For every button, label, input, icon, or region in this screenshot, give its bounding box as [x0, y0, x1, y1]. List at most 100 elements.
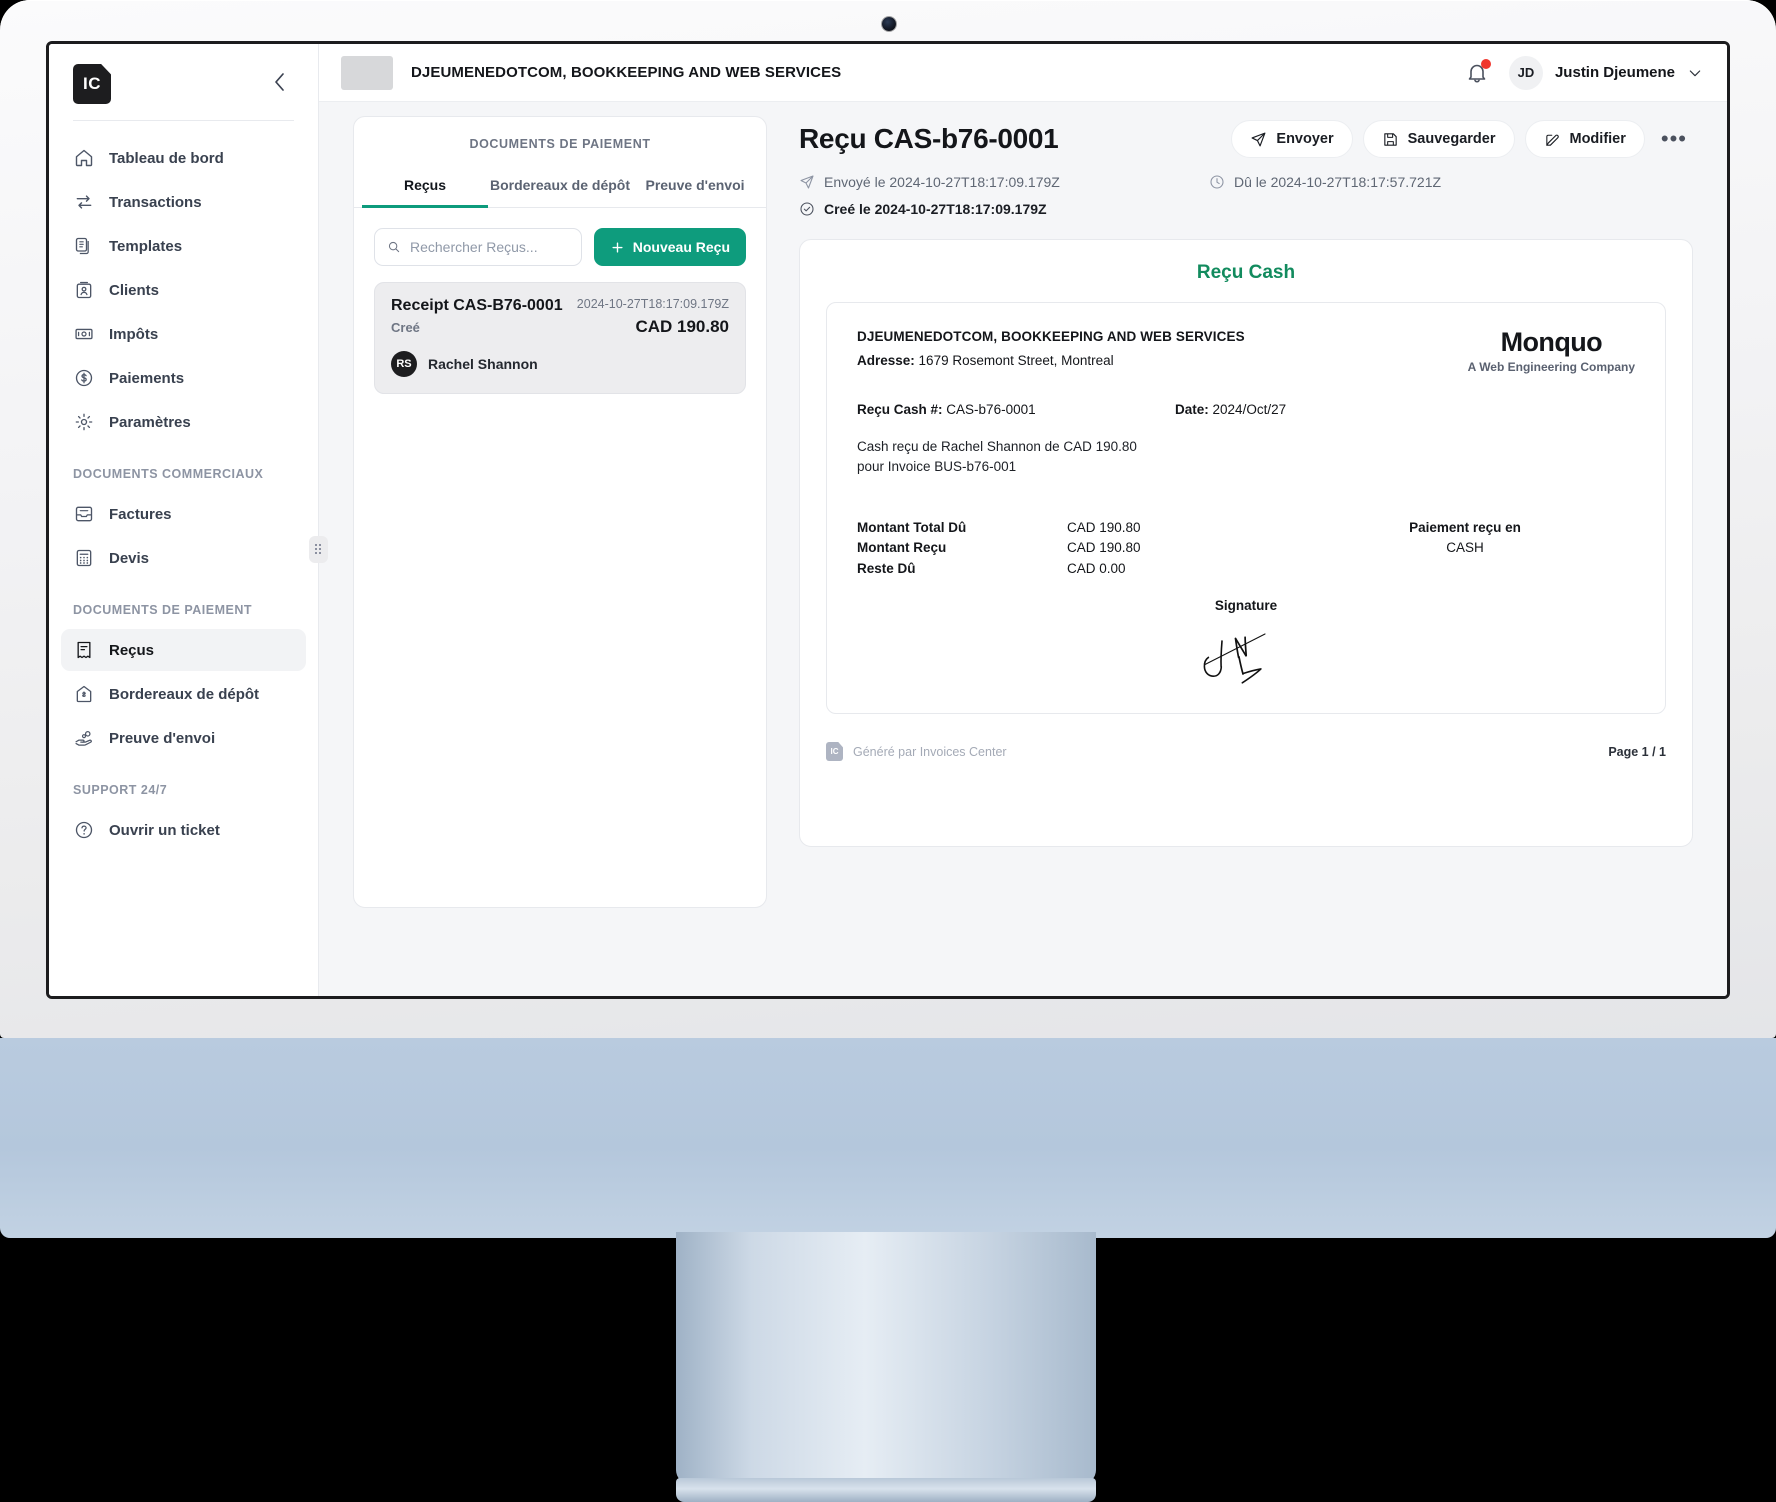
- payment-method: Paiement reçu en CASH: [1335, 518, 1595, 581]
- totals-values: CAD 190.80 CAD 190.80 CAD 0.00: [1067, 518, 1335, 581]
- sidebar-item-clients[interactable]: Clients: [61, 269, 306, 311]
- user-name: Justin Djeumene: [1554, 64, 1675, 81]
- banknote-icon: [73, 323, 95, 345]
- send-icon: [1251, 132, 1266, 146]
- send-button[interactable]: Envoyer: [1231, 120, 1353, 158]
- list-item[interactable]: Receipt CAS-B76-0001 2024-10-27T18:17:09…: [374, 282, 746, 394]
- list-item-amount: CAD 190.80: [635, 317, 729, 336]
- sidebar-item-parametres[interactable]: Paramètres: [61, 401, 306, 443]
- sidebar-item-bordereaux-de-depot[interactable]: Bordereaux de dépôt: [61, 673, 306, 715]
- document-type-tabs: Reçus Bordereaux de dépôt Preuve d'envoi: [354, 167, 766, 208]
- sidebar-item-preuve-denvoi[interactable]: Preuve d'envoi: [61, 717, 306, 759]
- edit-label: Modifier: [1569, 131, 1626, 147]
- sidebar-item-ouvrir-un-ticket[interactable]: Ouvrir un ticket: [61, 809, 306, 851]
- org-logo-placeholder: [341, 55, 393, 90]
- deposit-icon: [73, 683, 95, 705]
- user-menu[interactable]: JD Justin Djeumene: [1508, 55, 1703, 90]
- transfer-icon: [73, 191, 95, 213]
- payment-method-value: CASH: [1446, 540, 1484, 556]
- sidebar-item-label: Templates: [109, 237, 183, 255]
- page-indicator: Page 1 / 1: [1608, 744, 1666, 759]
- sidebar-section-payment: DOCUMENTS DE PAIEMENT: [73, 603, 253, 617]
- receipt-number-label: Reçu Cash #:: [857, 402, 943, 417]
- search-input[interactable]: [409, 239, 569, 255]
- total-due-value: CAD 190.80: [1067, 519, 1141, 535]
- totals-labels: Montant Total Dû Montant Reçu Reste Dû: [857, 518, 1067, 581]
- sidebar-item-label: Transactions: [109, 193, 202, 211]
- sidebar-item-recus[interactable]: Reçus: [61, 629, 306, 671]
- edit-icon: [1545, 134, 1559, 146]
- new-receipt-button[interactable]: Nouveau Reçu: [593, 228, 746, 266]
- address-value: 1679 Rosemont Street, Montreal: [918, 353, 1114, 368]
- dollar-circle-icon: [73, 367, 95, 389]
- receipt-id-row: Reçu Cash #: CAS-b76-0001 Date: 2024/Oct…: [857, 402, 1635, 417]
- sidebar-item-impots[interactable]: Impôts: [61, 313, 306, 355]
- sidebar-commercial-nav: Factures Devis: [49, 487, 318, 585]
- business-address: Adresse: 1679 Rosemont Street, Montreal: [857, 353, 1245, 368]
- sidebar-item-label: Paramètres: [109, 413, 191, 431]
- detail-actions: Envoyer Sauvegarder Modifier •••: [1231, 120, 1693, 158]
- chevron-left-icon: [275, 72, 284, 91]
- tab-bordereaux-de-depot[interactable]: Bordereaux de dépôt: [488, 167, 632, 208]
- client-name: Rachel Shannon: [428, 356, 538, 372]
- search-row: Nouveau Reçu: [354, 208, 766, 278]
- receipt-totals: Montant Total Dû Montant Reçu Reste Dû C…: [857, 518, 1635, 581]
- sidebar-item-devis[interactable]: Devis: [61, 537, 306, 579]
- question-circle-icon: [73, 819, 95, 841]
- receipt-document: Reçu Cash DJEUMENEDOTCOM, BOOKKEEPING AN…: [799, 239, 1693, 847]
- notifications-button[interactable]: [1465, 58, 1491, 85]
- list-item-name: Receipt CAS-B76-0001: [391, 297, 563, 314]
- list-item-date: 2024-10-27T18:17:09.179Z: [576, 297, 729, 311]
- sidebar-item-paiements[interactable]: Paiements: [61, 357, 306, 399]
- page-title: Reçu CAS-b76-0001: [799, 123, 1059, 154]
- sidebar-item-label: Preuve d'envoi: [109, 729, 216, 747]
- org-name: DJEUMENEDOTCOM, BOOKKEEPING AND WEB SERV…: [411, 64, 842, 81]
- list-item-top: Receipt CAS-B76-0001 2024-10-27T18:17:09…: [391, 297, 729, 315]
- receipt-footer: IC Généré par Invoices Center Page 1 / 1: [826, 742, 1666, 761]
- calculator-icon: [73, 547, 95, 569]
- save-button[interactable]: Sauvegarder: [1362, 120, 1515, 158]
- description-line-1: Cash reçu de Rachel Shannon de CAD 190.8…: [857, 439, 1137, 454]
- sidebar-item-label: Bordereaux de dépôt: [109, 685, 260, 703]
- more-options-button[interactable]: •••: [1655, 128, 1693, 150]
- total-due-label: Montant Total Dû: [857, 519, 967, 535]
- top-bar-right: JD Justin Djeumene: [1465, 55, 1703, 90]
- screen-viewport: IC Tableau de bord Transactions Template…: [46, 41, 1730, 999]
- sidebar-section-support: SUPPORT 24/7: [73, 783, 168, 797]
- sidebar-item-tableau-de-bord[interactable]: Tableau de bord: [61, 137, 306, 179]
- main-column: DJEUMENEDOTCOM, BOOKKEEPING AND WEB SERV…: [319, 44, 1727, 996]
- sidebar-resize-handle[interactable]: [309, 536, 328, 563]
- receipt-body: DJEUMENEDOTCOM, BOOKKEEPING AND WEB SERV…: [826, 302, 1666, 714]
- detail-meta-row-1: Envoyé le 2024-10-27T18:17:09.179Z Dû le…: [799, 174, 1693, 190]
- footer-generated-by: IC Généré par Invoices Center: [826, 742, 1007, 761]
- sidebar-divider: [73, 120, 294, 121]
- receipt-business-info: DJEUMENEDOTCOM, BOOKKEEPING AND WEB SERV…: [857, 329, 1245, 368]
- footer-text: Généré par Invoices Center: [853, 744, 1007, 759]
- sidebar-item-templates[interactable]: Templates: [61, 225, 306, 267]
- documents-list-panel: DOCUMENTS DE PAIEMENT Reçus Bordereaux d…: [353, 116, 767, 908]
- tab-recus[interactable]: Reçus: [362, 167, 488, 208]
- search-box[interactable]: [374, 228, 582, 266]
- invoices-center-logo: IC: [826, 742, 843, 761]
- grip-dots-icon: [314, 543, 323, 556]
- id-card-icon: [73, 279, 95, 301]
- meta-due: Dû le 2024-10-27T18:17:57.721Z: [1209, 174, 1619, 190]
- detail-meta-row-2: Creé le 2024-10-27T18:17:09.179Z: [799, 201, 1693, 217]
- edit-button[interactable]: Modifier: [1524, 120, 1645, 158]
- signature-label: Signature: [1214, 598, 1278, 614]
- sidebar-collapse-button[interactable]: [264, 67, 294, 102]
- tab-preuve-denvoi[interactable]: Preuve d'envoi: [632, 167, 758, 208]
- status-badge: Creé: [391, 319, 420, 335]
- signature-icon: [1203, 633, 1266, 684]
- sidebar-item-factures[interactable]: Factures: [61, 493, 306, 535]
- new-receipt-label: Nouveau Reçu: [632, 239, 730, 255]
- sidebar-item-transactions[interactable]: Transactions: [61, 181, 306, 223]
- save-icon: [1383, 132, 1397, 146]
- monitor-stand-foot: [676, 1478, 1096, 1502]
- amount-received-value: CAD 190.80: [1067, 540, 1141, 556]
- sidebar-header: IC: [49, 44, 318, 104]
- check-circle-icon: [800, 202, 814, 216]
- business-name: DJEUMENEDOTCOM, BOOKKEEPING AND WEB SERV…: [857, 329, 1245, 344]
- description-line-2: pour Invoice BUS-b76-001: [857, 459, 1017, 475]
- home-icon: [73, 147, 95, 169]
